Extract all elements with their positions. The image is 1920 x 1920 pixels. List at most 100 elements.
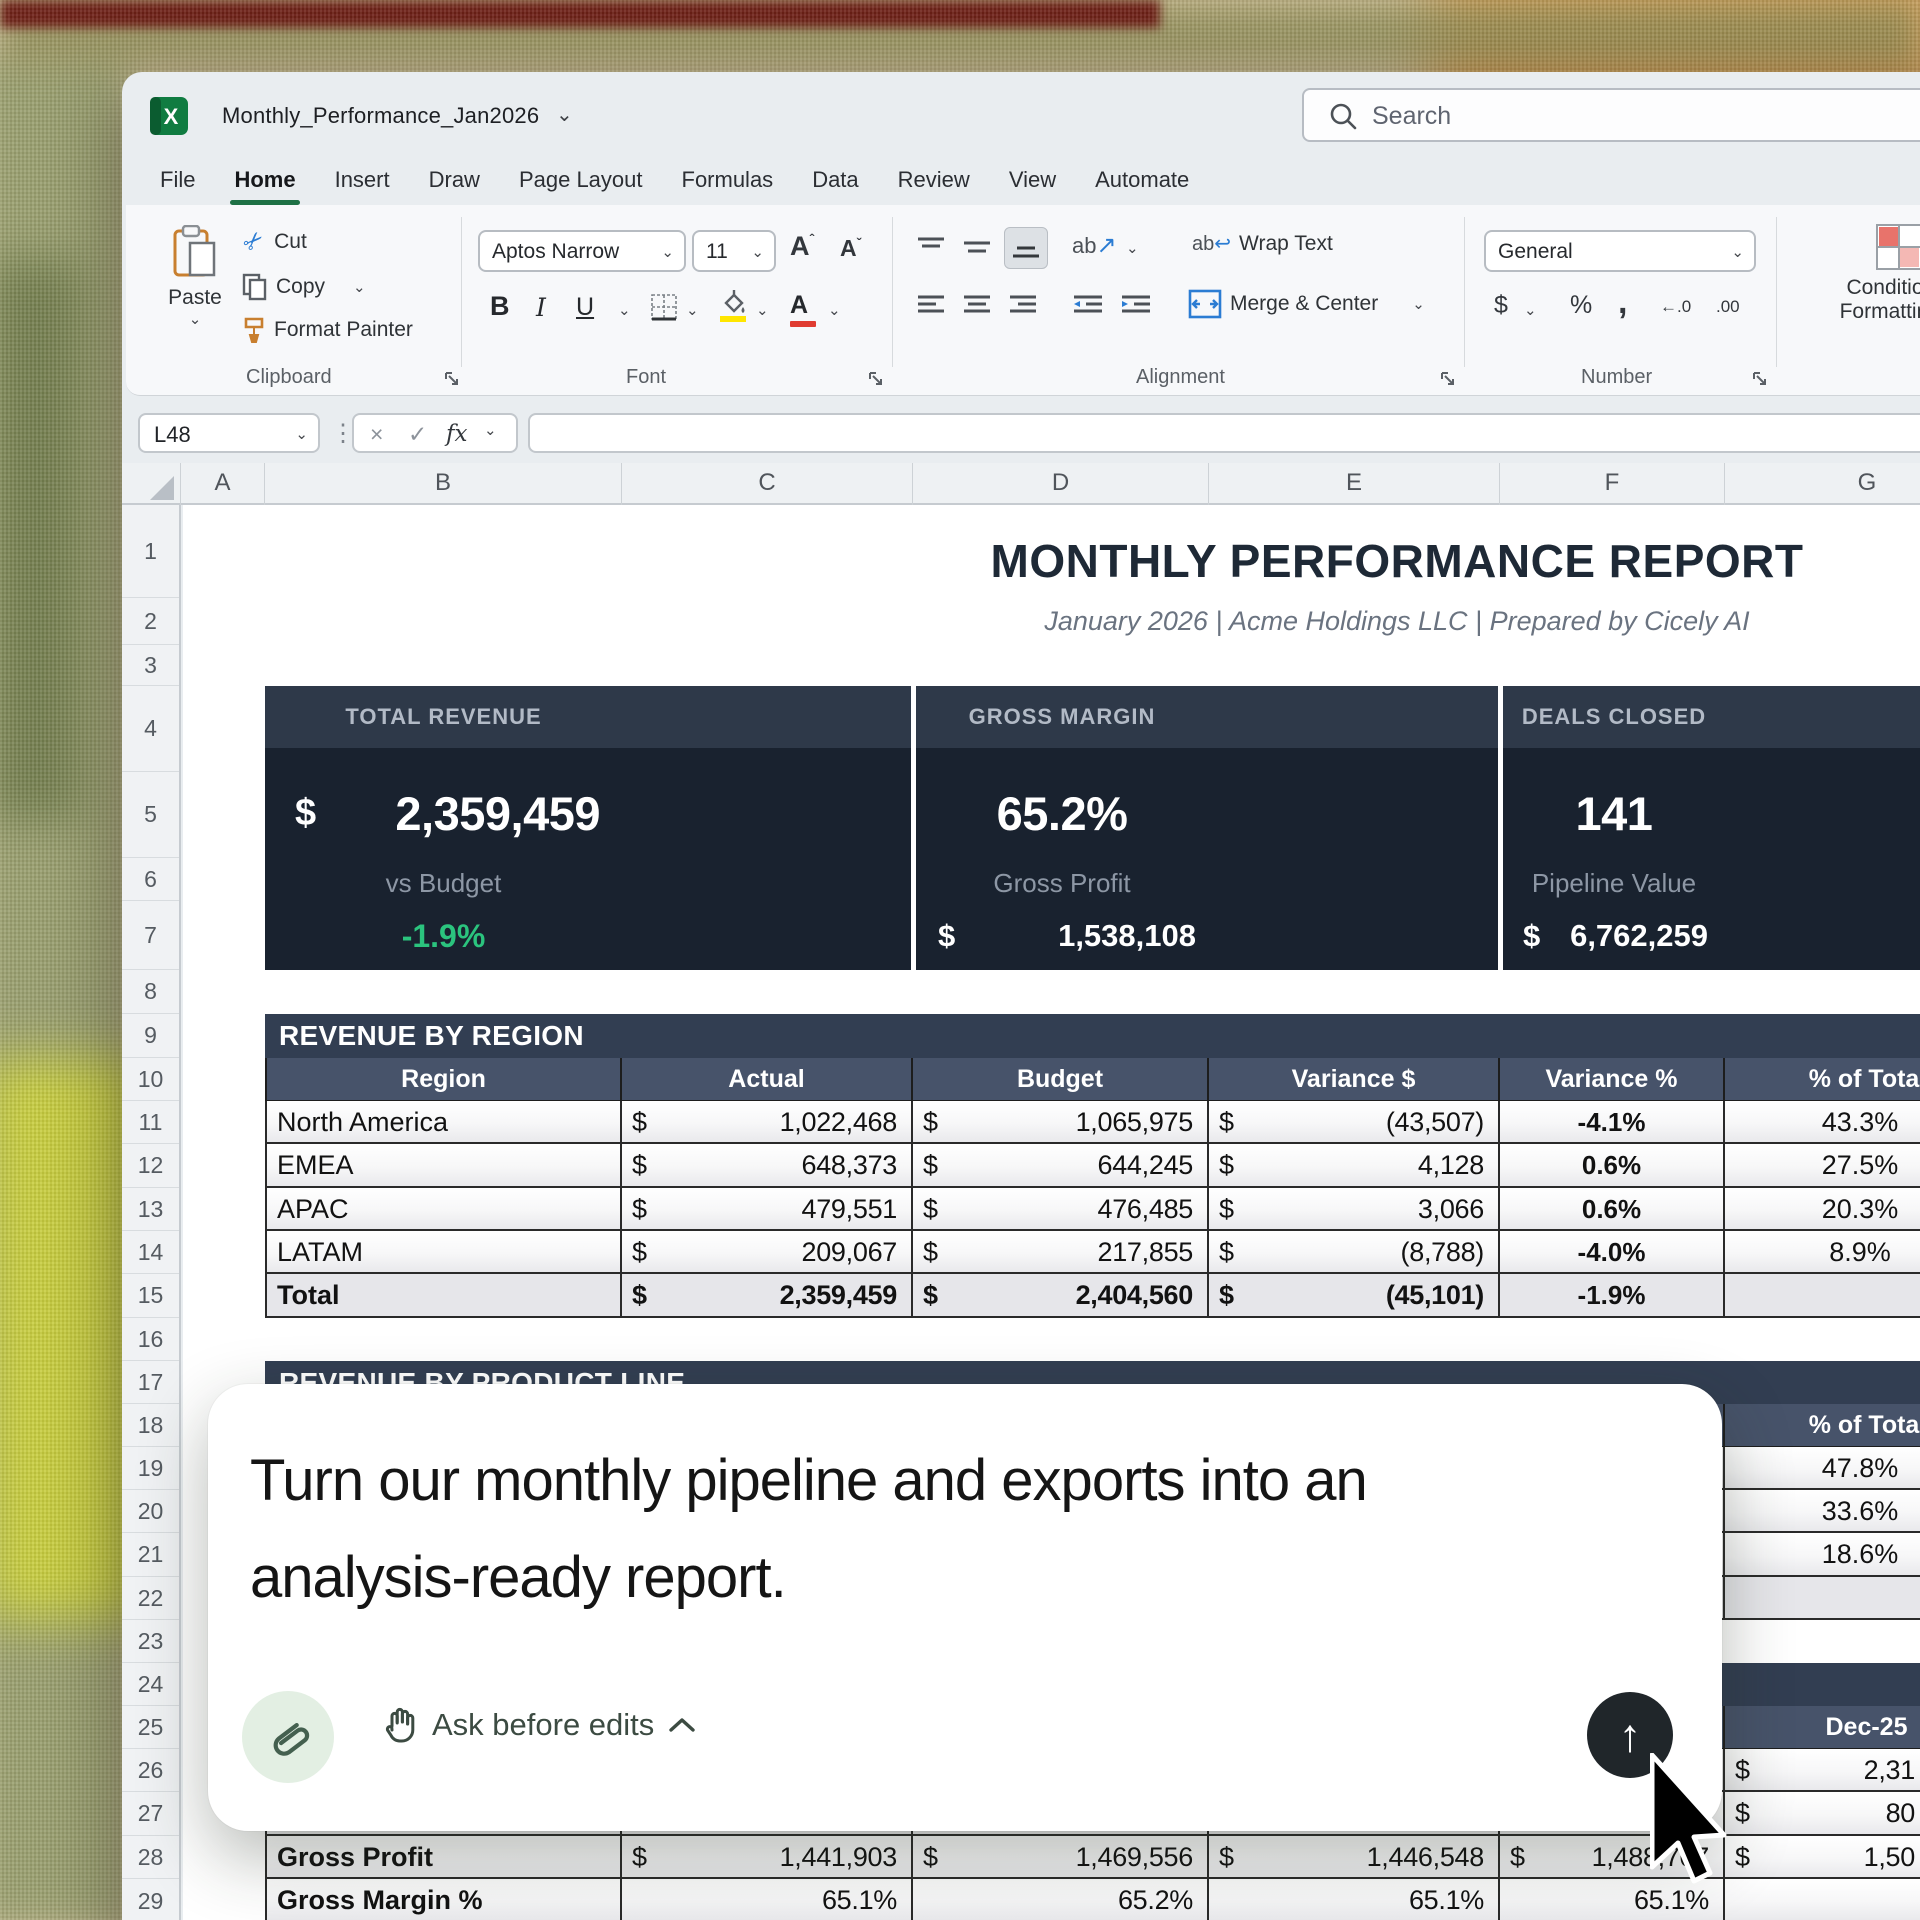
clipboard-dialog-launcher-icon[interactable]: [444, 371, 460, 387]
chevron-down-icon[interactable]: ⌄: [618, 301, 631, 319]
number-dialog-launcher-icon[interactable]: [1752, 371, 1768, 387]
fx-icon[interactable]: fx: [446, 421, 467, 447]
paste-button[interactable]: Paste ⌄: [150, 225, 240, 328]
row-header-24[interactable]: 24: [122, 1663, 179, 1706]
percent-style-button[interactable]: %: [1570, 291, 1592, 320]
search-input[interactable]: Search: [1302, 88, 1920, 142]
font-color-button[interactable]: A: [790, 291, 808, 320]
row-header-22[interactable]: 22: [122, 1577, 179, 1620]
row-header-21[interactable]: 21: [122, 1533, 179, 1577]
name-box[interactable]: L48 ⌄: [138, 413, 320, 453]
row-header-3[interactable]: 3: [122, 645, 179, 686]
row-header-4[interactable]: 4: [122, 686, 179, 772]
select-all-corner[interactable]: [122, 463, 181, 505]
comma-style-button[interactable]: ,: [1618, 283, 1627, 322]
align-center-button[interactable]: [962, 293, 992, 317]
bold-button[interactable]: B: [490, 291, 510, 322]
tab-automate[interactable]: Automate: [1093, 165, 1191, 201]
increase-indent-button[interactable]: [1120, 293, 1152, 317]
alignment-dialog-launcher-icon[interactable]: [1440, 371, 1456, 387]
ai-prompt-card[interactable]: Turn our monthly pipeline and exports in…: [208, 1384, 1722, 1831]
chevron-down-icon[interactable]: ⌄: [1126, 239, 1139, 257]
number-format-combo[interactable]: General ⌄: [1484, 230, 1756, 272]
document-title[interactable]: Monthly_Performance_Jan2026: [222, 103, 539, 129]
accounting-format-button[interactable]: $: [1494, 291, 1508, 320]
tab-view[interactable]: View: [1007, 165, 1058, 201]
italic-button[interactable]: I: [536, 293, 546, 322]
tab-draw[interactable]: Draw: [427, 165, 482, 201]
column-header-C[interactable]: C: [622, 463, 913, 505]
row-header-19[interactable]: 19: [122, 1447, 179, 1490]
font-name-combo[interactable]: Aptos Narrow ⌄: [478, 230, 686, 272]
shrink-font-button[interactable]: Aˇ: [840, 235, 861, 262]
font-dialog-launcher-icon[interactable]: [868, 371, 884, 387]
merge-center-button[interactable]: Merge & Center ⌄: [1188, 289, 1425, 319]
attach-button[interactable]: [242, 1691, 334, 1783]
column-header-E[interactable]: E: [1209, 463, 1500, 505]
chevron-down-icon[interactable]: ⌄: [828, 301, 841, 319]
column-header-G[interactable]: G: [1725, 463, 1920, 505]
row-header-1[interactable]: 1: [122, 505, 179, 598]
align-right-button[interactable]: [1008, 293, 1038, 317]
borders-button[interactable]: [650, 293, 678, 321]
formula-input[interactable]: [528, 413, 1920, 453]
tab-insert[interactable]: Insert: [333, 165, 392, 201]
row-header-8[interactable]: 8: [122, 970, 179, 1014]
tab-page-layout[interactable]: Page Layout: [517, 165, 645, 201]
prompt-text[interactable]: Turn our monthly pipeline and exports in…: [250, 1432, 1590, 1626]
row-header-26[interactable]: 26: [122, 1749, 179, 1792]
row-header-2[interactable]: 2: [122, 598, 179, 645]
copy-button[interactable]: Copy ⌄: [242, 273, 366, 301]
row-header-16[interactable]: 16: [122, 1318, 179, 1361]
chevron-down-icon[interactable]: ⌄: [756, 301, 769, 319]
decrease-decimal-button[interactable]: .00: [1716, 297, 1740, 317]
column-header-D[interactable]: D: [913, 463, 1209, 505]
wrap-text-button[interactable]: ab↩ Wrap Text: [1192, 231, 1333, 256]
row-header-15[interactable]: 15: [122, 1274, 179, 1318]
row-header-6[interactable]: 6: [122, 858, 179, 901]
chevron-down-icon[interactable]: ⌄: [1524, 301, 1537, 319]
row-header-20[interactable]: 20: [122, 1490, 179, 1533]
row-header-17[interactable]: 17: [122, 1361, 179, 1404]
row-header-28[interactable]: 28: [122, 1836, 179, 1879]
tab-data[interactable]: Data: [810, 165, 860, 201]
align-bottom-button-selected[interactable]: [1004, 227, 1048, 269]
enter-icon[interactable]: ✓: [408, 421, 427, 448]
align-top-button[interactable]: [916, 235, 946, 259]
column-header-A[interactable]: A: [181, 463, 265, 505]
column-header-B[interactable]: B: [265, 463, 622, 505]
conditional-formatting-button[interactable]: Conditional Formatting ⌄: [1814, 223, 1920, 324]
align-middle-button[interactable]: [962, 235, 992, 259]
row-header-11[interactable]: 11: [122, 1101, 179, 1144]
row-header-7[interactable]: 7: [122, 901, 179, 970]
font-size-combo[interactable]: 11 ⌄: [692, 230, 776, 272]
row-header-25[interactable]: 25: [122, 1706, 179, 1749]
tab-formulas[interactable]: Formulas: [680, 165, 776, 201]
cancel-icon[interactable]: ×: [370, 421, 383, 448]
row-header-14[interactable]: 14: [122, 1231, 179, 1274]
chevron-down-icon[interactable]: ⌄: [686, 301, 699, 319]
row-header-9[interactable]: 9: [122, 1014, 179, 1058]
mode-selector[interactable]: Ask before edits: [384, 1706, 696, 1744]
row-header-12[interactable]: 12: [122, 1144, 179, 1188]
cut-button[interactable]: ✂ Cut: [244, 227, 307, 256]
row-header-5[interactable]: 5: [122, 772, 179, 858]
decrease-indent-button[interactable]: [1072, 293, 1104, 317]
row-header-27[interactable]: 27: [122, 1792, 179, 1836]
tab-home[interactable]: Home: [232, 165, 297, 201]
increase-decimal-button[interactable]: ←.0: [1660, 297, 1691, 317]
row-header-13[interactable]: 13: [122, 1188, 179, 1231]
chevron-down-icon[interactable]: ⌄: [556, 102, 573, 127]
tab-review[interactable]: Review: [896, 165, 972, 201]
row-header-29[interactable]: 29: [122, 1879, 179, 1920]
tab-file[interactable]: File: [158, 165, 197, 201]
orientation-button[interactable]: ab↗: [1072, 231, 1117, 260]
column-header-F[interactable]: F: [1500, 463, 1725, 505]
fill-color-button[interactable]: [718, 289, 748, 323]
underline-button[interactable]: U: [576, 293, 594, 322]
grow-font-button[interactable]: Aˆ: [790, 231, 814, 262]
row-header-23[interactable]: 23: [122, 1620, 179, 1663]
align-left-button[interactable]: [916, 293, 946, 317]
row-header-18[interactable]: 18: [122, 1404, 179, 1447]
row-header-10[interactable]: 10: [122, 1058, 179, 1101]
